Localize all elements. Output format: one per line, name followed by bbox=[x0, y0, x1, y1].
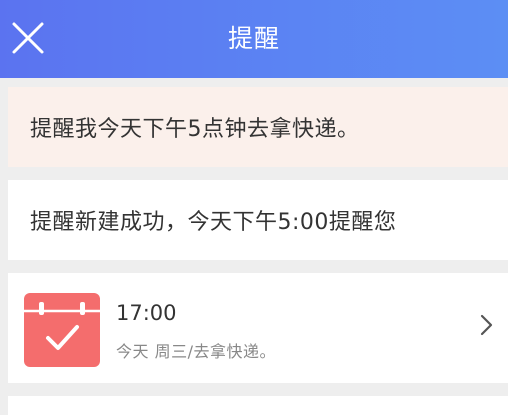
reminder-card[interactable]: 17:00 今天 周三/去拿快递。 bbox=[8, 273, 508, 383]
assistant-response-bubble: 提醒新建成功，今天下午5:00提醒您 bbox=[8, 180, 508, 260]
calendar-check-icon bbox=[24, 293, 100, 367]
chevron-right-icon bbox=[478, 313, 496, 337]
reminder-time: 17:00 bbox=[116, 301, 177, 325]
page-title: 提醒 bbox=[227, 24, 280, 53]
assistant-response-text: 提醒新建成功，今天下午5:00提醒您 bbox=[30, 210, 397, 235]
user-message-bubble: 提醒我今天下午5点钟去拿快递。 bbox=[8, 87, 508, 167]
next-card-edge bbox=[8, 396, 508, 415]
user-message-text: 提醒我今天下午5点钟去拿快递。 bbox=[30, 117, 360, 142]
reminder-detail: 今天 周三/去拿快递。 bbox=[116, 342, 276, 361]
app-header: 提醒 bbox=[0, 0, 508, 78]
